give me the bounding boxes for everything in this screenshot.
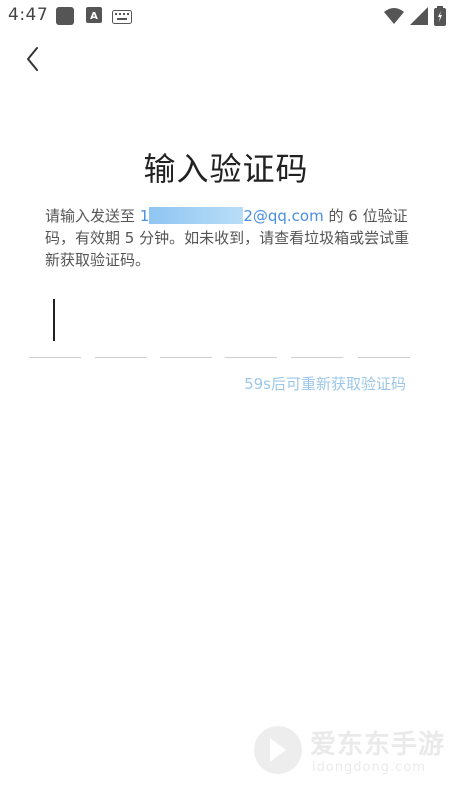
- watermark-domain: idongdong.com: [312, 760, 426, 775]
- resend-code-button[interactable]: 59s后可重新获取验证码: [244, 373, 406, 394]
- code-digit-4[interactable]: [225, 295, 277, 358]
- battery-icon: [434, 6, 446, 30]
- email-masked-fragment: 1: [139, 207, 150, 225]
- code-digit-1[interactable]: [29, 295, 81, 358]
- text-caret: [53, 299, 55, 341]
- code-digit-6[interactable]: [358, 295, 410, 358]
- email-redaction: [149, 207, 244, 224]
- status-time: 4:47: [8, 5, 49, 25]
- keyboard-icon: [112, 9, 132, 28]
- watermark-brand: 爱东东手游: [310, 730, 446, 760]
- app-notification-icon: [56, 7, 74, 29]
- svg-text:A: A: [90, 11, 98, 22]
- desc-prefix: 请输入发送至: [45, 207, 140, 225]
- wifi-icon: [384, 7, 404, 29]
- code-digit-3[interactable]: [160, 295, 212, 358]
- watermark: 爱东东手游 idongdong.com: [250, 722, 450, 782]
- page-title: 输入验证码: [143, 150, 309, 188]
- text-a-icon: A: [86, 7, 102, 27]
- signal-icon: [410, 7, 428, 29]
- watermark-logo-icon: [254, 726, 302, 774]
- verification-description: 请输入发送至 1 2@qq.com 的 6 位验证码，有效期 5 分钟。如未收到，…: [45, 205, 415, 271]
- code-input-group: [29, 295, 411, 360]
- back-button[interactable]: [20, 42, 48, 76]
- email-address: 2@qq.com: [243, 207, 324, 225]
- code-digit-5[interactable]: [291, 295, 343, 358]
- chevron-left-icon: [27, 47, 38, 71]
- status-bar: 4:47 A: [0, 0, 452, 32]
- code-digit-2[interactable]: [95, 295, 147, 358]
